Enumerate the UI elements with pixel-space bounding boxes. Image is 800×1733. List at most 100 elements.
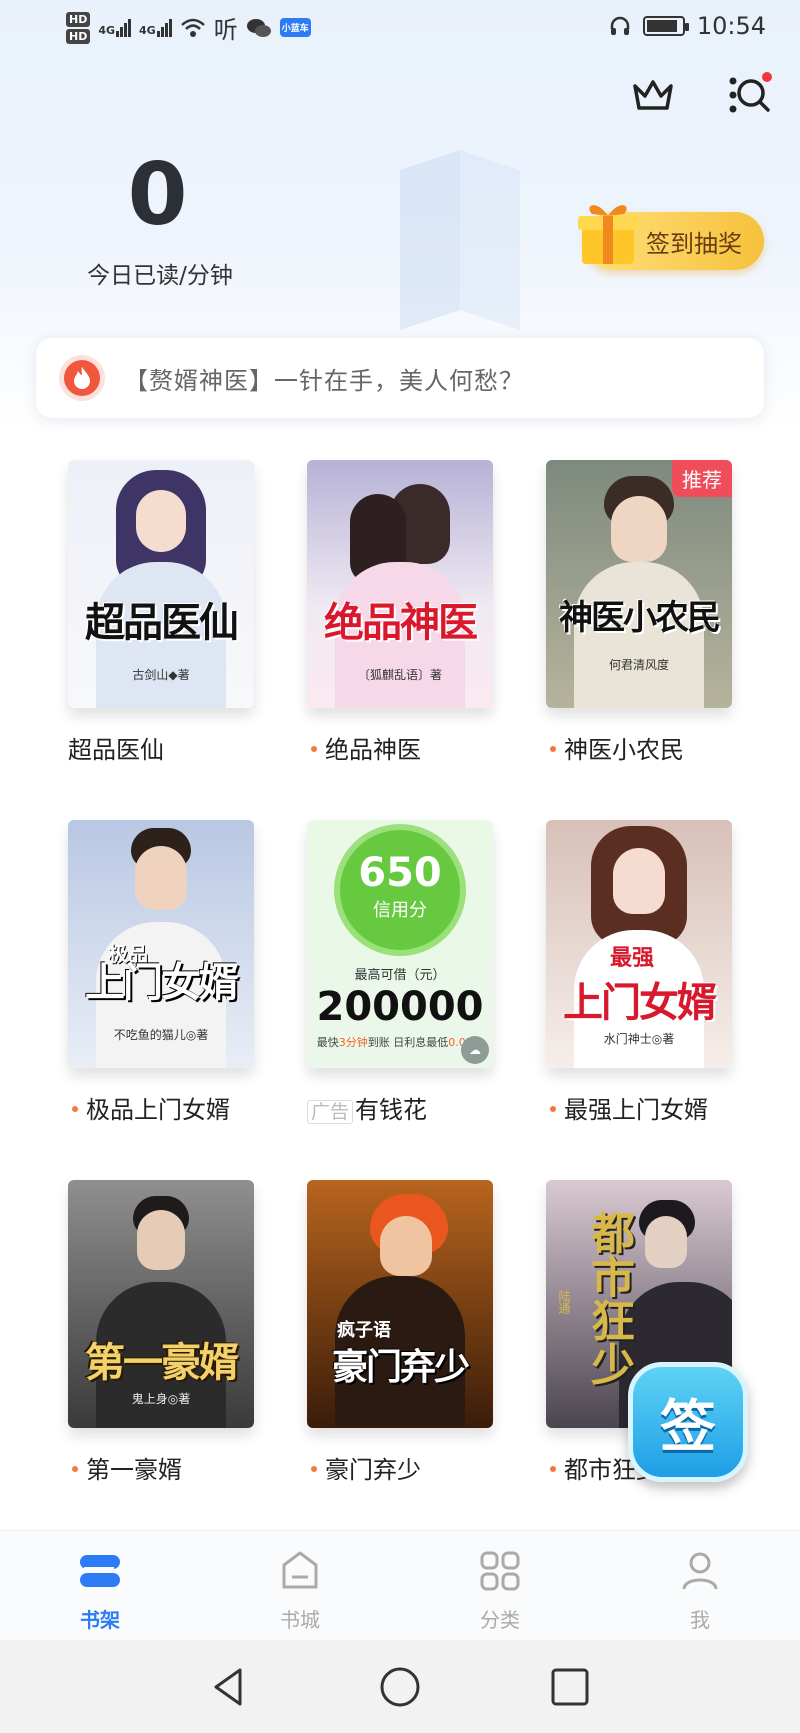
- cover-author: 鬼上身◎著: [131, 1392, 191, 1406]
- book-cover[interactable]: 神医小农民 何君清风度 推荐: [546, 460, 732, 708]
- cover-author: 水门神士◎著: [603, 1032, 675, 1046]
- cover-title: 都市狂少: [583, 1210, 634, 1386]
- wifi-icon: [180, 18, 205, 37]
- book-cover[interactable]: 绝品神医 〔狐麒乱语〕著: [307, 460, 493, 708]
- book-title: 第一豪婿: [68, 1450, 258, 1485]
- ad-cover[interactable]: 650 信用分 最高可借（元） 200000 最快3分钟到账 日利息最低0.02…: [307, 820, 493, 1068]
- cover-title: 上门女婿: [563, 979, 717, 1026]
- book-title: 豪门弃少: [307, 1450, 497, 1485]
- cover-author: 何君清风度: [608, 658, 669, 672]
- book-title: 绝品神医: [307, 730, 497, 765]
- book-item-3[interactable]: 神医小农民 何君清风度 推荐 神医小农民: [546, 460, 736, 765]
- recommend-badge: 推荐: [672, 460, 732, 497]
- cover-author: 古剑山◆著: [132, 668, 190, 682]
- update-dot: [550, 746, 556, 752]
- battery-icon: [642, 16, 689, 36]
- status-bar: HD HD 4G 4G 听 小蓝车 10:54: [0, 0, 800, 60]
- signal-icon: 4G: [98, 18, 132, 37]
- cover-title: 上门女婿: [85, 959, 239, 1006]
- tab-bookshelf-label: 书架: [80, 1608, 120, 1632]
- wechat-icon: [246, 18, 271, 37]
- ad-logo-icon: ☁: [461, 1036, 489, 1064]
- mini-app-icon: 小蓝车: [279, 18, 311, 37]
- credit-score-label: 信用分: [373, 900, 427, 921]
- tab-category-label: 分类: [480, 1608, 520, 1632]
- clock: 10:54: [696, 12, 766, 40]
- headphones-icon: [610, 16, 630, 35]
- ad-max-label: 最高可借（元）: [354, 968, 446, 983]
- ad-item[interactable]: 650 信用分 最高可借（元） 200000 最快3分钟到账 日利息最低0.02…: [307, 820, 497, 1125]
- book-title: 超品医仙: [68, 736, 164, 764]
- notice-text: 【赘婿神医】一针在手，美人何愁？: [124, 366, 524, 395]
- app-root: HD HD 4G 4G 听 小蓝车 10:54 0 今日已读/分钟 签到抽奖 【…: [0, 0, 800, 1733]
- profile-icon: [682, 1552, 718, 1590]
- update-dot: [72, 1106, 78, 1112]
- book-item-7[interactable]: 第一豪婿 鬼上身◎著 第一豪婿: [68, 1180, 258, 1485]
- signal-icon: 4G: [139, 18, 172, 37]
- crown-icon: [633, 80, 673, 110]
- book-item-2[interactable]: 绝品神医 〔狐麒乱语〕著 绝品神医: [307, 460, 497, 765]
- more-menu-button[interactable]: [708, 70, 758, 120]
- hd-top-label: HD: [66, 11, 91, 27]
- credit-score-badge: 650 信用分: [334, 824, 466, 956]
- update-dot: [311, 1466, 317, 1472]
- book-title: 神医小农民: [546, 730, 736, 765]
- book-title: 广告 有钱花: [307, 1090, 497, 1125]
- fire-icon: [64, 360, 100, 396]
- update-dot: [550, 1106, 556, 1112]
- sign-lottery-label: 签到抽奖: [646, 229, 742, 258]
- notification-dot: [762, 72, 772, 82]
- cover-title: 神医小农民: [559, 598, 721, 638]
- gift-icon: [578, 205, 638, 264]
- more-vertical-icon: [729, 77, 737, 113]
- book-cover[interactable]: 第一豪婿 鬼上身◎著: [68, 1180, 254, 1428]
- cover-subtitle: 最强: [610, 946, 655, 971]
- tab-bookstore-label: 书城: [280, 1608, 320, 1632]
- tab-category[interactable]: 分类: [440, 1549, 560, 1633]
- recommend-notice[interactable]: 【赘婿神医】一针在手，美人何愁？: [36, 338, 764, 418]
- system-navigation-bar: [0, 1640, 800, 1733]
- network-type-2: 4G: [139, 23, 156, 37]
- book-cover[interactable]: 极品 上门女婿 不吃鱼的猫儿◎著: [68, 820, 254, 1068]
- book-cover[interactable]: 最强 上门女婿 水门神士◎著: [546, 820, 732, 1068]
- tab-profile-label: 我: [690, 1608, 710, 1632]
- update-dot: [311, 746, 317, 752]
- cover-author: 〔狐麒乱语〕著: [357, 668, 442, 682]
- update-dot: [72, 1466, 78, 1472]
- book-title: 极品上门女婿: [68, 1090, 258, 1125]
- cover-title: 第一豪婿: [85, 1339, 239, 1386]
- book-item-8[interactable]: 疯子语 豪门弃少 豪门弃少: [307, 1180, 497, 1485]
- ad-amount: 200000: [316, 984, 484, 1030]
- credit-score-value: 650: [358, 850, 442, 896]
- book-title: 最强上门女婿: [546, 1090, 736, 1125]
- book-item-1[interactable]: 超品医仙 古剑山◆著 超品医仙: [68, 460, 258, 765]
- listen-app-icon: 听: [213, 16, 238, 44]
- cover-author: 陆通: [557, 1290, 571, 1314]
- tab-bookstore[interactable]: 书城: [240, 1549, 360, 1633]
- hd-bottom-label: HD: [66, 28, 91, 44]
- tab-profile[interactable]: 我: [640, 1549, 760, 1633]
- back-icon[interactable]: [204, 1662, 254, 1712]
- book-item-4[interactable]: 极品 上门女婿 不吃鱼的猫儿◎著 极品上门女婿: [68, 820, 258, 1125]
- today-read-value: 0: [127, 145, 188, 245]
- crown-button[interactable]: [628, 70, 678, 120]
- cover-title: 豪门弃少: [331, 1346, 470, 1388]
- book-cover[interactable]: 疯子语 豪门弃少: [307, 1180, 493, 1428]
- ad-tag: 广告: [307, 1100, 354, 1124]
- category-icon: [480, 1551, 520, 1591]
- network-type-1: 4G: [98, 23, 116, 37]
- cover-author: 不吃鱼的猫儿◎著: [113, 1028, 209, 1042]
- cover-title: 绝品神医: [324, 599, 478, 646]
- bookshelf-icon: [80, 1555, 120, 1587]
- home-icon[interactable]: [375, 1662, 425, 1712]
- floating-sign-in-button[interactable]: 签: [628, 1362, 748, 1482]
- today-read-label: 今日已读/分钟: [87, 263, 233, 289]
- book-cover[interactable]: 超品医仙 古剑山◆著: [68, 460, 254, 708]
- book-item-6[interactable]: 最强 上门女婿 水门神士◎著 最强上门女婿: [546, 820, 736, 1125]
- tab-bookshelf[interactable]: 书架: [40, 1549, 160, 1633]
- bookstore-icon: [282, 1551, 318, 1589]
- sign-lottery-button[interactable]: 签到抽奖: [578, 205, 764, 270]
- update-dot: [550, 1466, 556, 1472]
- recents-icon[interactable]: [545, 1662, 595, 1712]
- book-decoration: [400, 150, 520, 330]
